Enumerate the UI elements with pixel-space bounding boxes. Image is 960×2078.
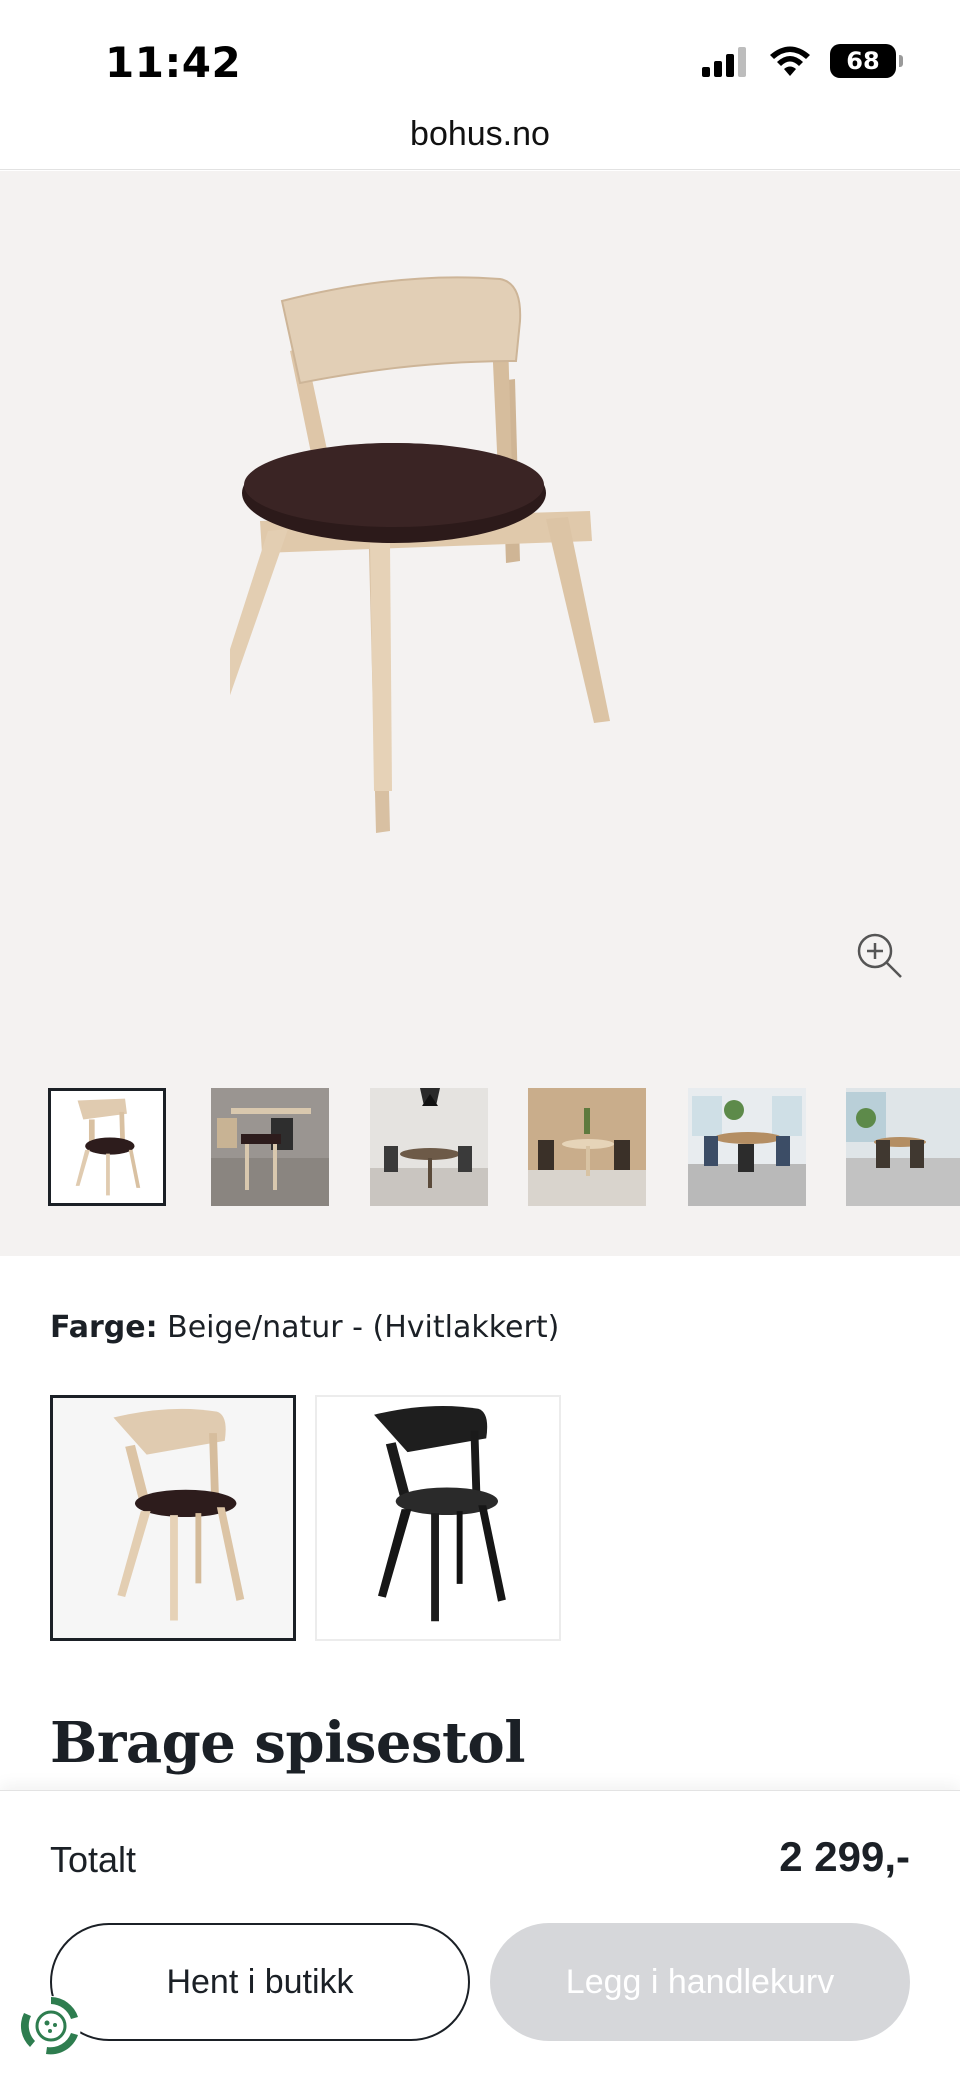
signal-icon [702, 47, 746, 77]
product-gallery [0, 171, 960, 1256]
thumbnail-4[interactable] [528, 1088, 646, 1206]
total-price: 2 299,- [779, 1833, 910, 1880]
url-text: bohus.no [410, 115, 550, 153]
color-label: Farge: Beige/natur - (Hvitlakkert) [50, 1310, 559, 1345]
color-option-beige[interactable] [50, 1395, 296, 1641]
product-main-image[interactable] [230, 261, 750, 961]
product-title: Brage spisestol [50, 1710, 526, 1776]
status-time: 11:42 [105, 38, 242, 87]
battery-indicator: 68 [830, 44, 903, 78]
thumbnail-2[interactable] [211, 1088, 329, 1206]
add-to-cart-button[interactable]: Legg i handlekurv [490, 1923, 910, 2041]
url-bar[interactable]: bohus.no [0, 108, 960, 170]
status-bar: 11:42 68 [0, 0, 960, 112]
total-label: Totalt [50, 1839, 137, 1880]
thumbnail-1[interactable] [48, 1088, 166, 1206]
wifi-icon [770, 46, 810, 76]
zoom-in-icon[interactable] [855, 931, 905, 981]
pickup-in-store-button[interactable]: Hent i butikk [50, 1923, 470, 2041]
checkout-bar: Totalt 2 299,- Hent i butikk Legg i hand… [0, 1790, 960, 2078]
color-label-value: Beige/natur - (Hvitlakkert) [167, 1310, 560, 1345]
thumbnail-strip [48, 1088, 960, 1208]
color-label-key: Farge: [50, 1310, 158, 1345]
color-option-black[interactable] [315, 1395, 561, 1641]
thumbnail-3[interactable] [370, 1088, 488, 1206]
status-icons: 68 [702, 44, 903, 78]
thumbnail-5[interactable] [688, 1088, 806, 1206]
eco-badge-icon[interactable] [16, 1991, 86, 2061]
thumbnail-6[interactable] [846, 1088, 960, 1206]
battery-level: 68 [846, 47, 880, 75]
